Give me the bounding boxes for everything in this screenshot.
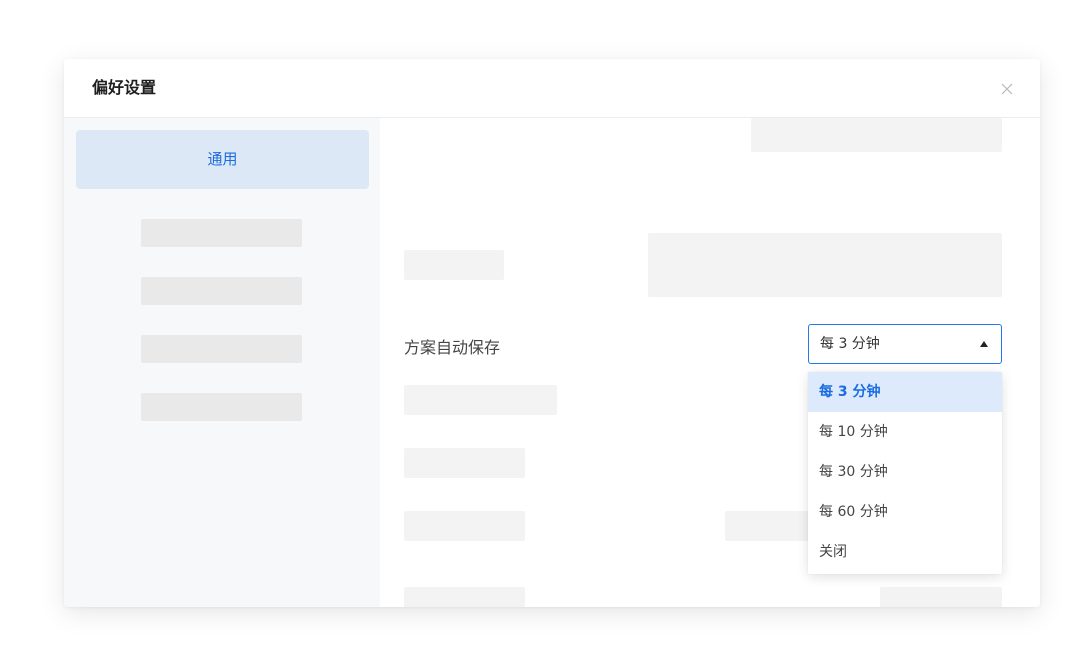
setting-label-placeholder (404, 587, 525, 607)
setting-control-placeholder (648, 233, 1002, 297)
setting-label-placeholder (404, 448, 525, 478)
setting-label-placeholder (404, 385, 557, 415)
preferences-dialog: 偏好设置 通用 方案自动保存 每 3 分钟 每 3 分钟 每 10 分钟 每 3… (64, 59, 1040, 607)
settings-sidebar: 通用 (64, 118, 380, 607)
settings-content: 方案自动保存 每 3 分钟 每 3 分钟 每 10 分钟 每 30 分钟 每 6… (380, 118, 1040, 607)
sidebar-item-placeholder[interactable] (141, 335, 302, 363)
sidebar-item-placeholder[interactable] (141, 277, 302, 305)
dropdown-option[interactable]: 每 30 分钟 (808, 452, 1002, 492)
dialog-title: 偏好设置 (92, 78, 157, 97)
close-icon[interactable] (1000, 81, 1014, 95)
autosave-dropdown-menu: 每 3 分钟 每 10 分钟 每 30 分钟 每 60 分钟 关闭 (808, 372, 1002, 574)
autosave-label: 方案自动保存 (404, 338, 501, 357)
dropdown-option[interactable]: 每 10 分钟 (808, 412, 1002, 452)
dropdown-option[interactable]: 关闭 (808, 532, 1002, 572)
sidebar-item-general[interactable]: 通用 (76, 130, 369, 189)
setting-control-placeholder (725, 511, 815, 541)
dialog-header: 偏好设置 (64, 59, 1040, 118)
sidebar-item-placeholder[interactable] (141, 393, 302, 421)
setting-control-placeholder (880, 587, 1002, 607)
setting-label-placeholder (404, 511, 525, 541)
sidebar-item-placeholder[interactable] (141, 219, 302, 247)
sidebar-item-label: 通用 (207, 150, 238, 168)
autosave-select-value: 每 3 分钟 (820, 336, 880, 352)
dropdown-option[interactable]: 每 60 分钟 (808, 492, 1002, 532)
dropdown-option[interactable]: 每 3 分钟 (808, 372, 1002, 412)
autosave-select[interactable]: 每 3 分钟 (808, 324, 1002, 364)
setting-label-placeholder (404, 250, 504, 280)
setting-placeholder (751, 118, 1002, 152)
caret-up-icon (980, 341, 988, 347)
